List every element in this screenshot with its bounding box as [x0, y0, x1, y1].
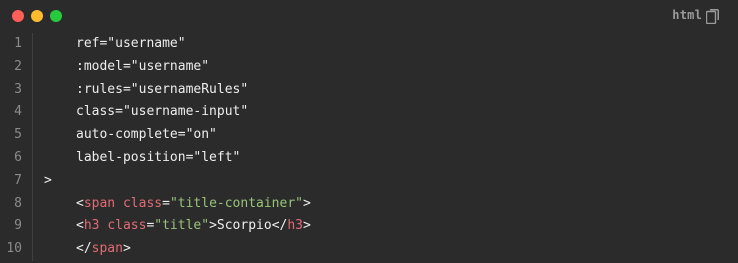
code-line: 5 auto-complete="on" — [0, 124, 738, 147]
line-number: 6 — [14, 149, 22, 165]
code-line-content: :rules="usernameRules" — [76, 79, 248, 102]
code-window: html 1 ref="username" 2 :model="username" 3:… — [0, 0, 738, 263]
code-token-plain: < — [76, 195, 84, 211]
line-number: 4 — [14, 104, 22, 120]
code-block[interactable]: 1 ref="username" 2 :model="username" 3 :rules… — [0, 33, 738, 261]
code-line-content: <h3 class="title">Scorpio</h3> — [76, 215, 311, 238]
code-token-str: "title" — [154, 218, 210, 234]
gutter-divider — [32, 169, 33, 193]
code-line: 4 class="username-input" — [0, 101, 738, 125]
code-token-plain: > — [303, 195, 311, 211]
code-token-tag: class — [107, 218, 147, 234]
line-number: 10 — [6, 241, 22, 257]
code-token-plain: class="username-input" — [76, 104, 249, 120]
line-number: 5 — [14, 127, 22, 143]
code-token-plain: auto-complete="on" — [76, 127, 217, 143]
gutter-divider — [32, 215, 33, 239]
code-line-content: class="username-input" — [76, 101, 248, 124]
code-token-tag: span — [91, 241, 123, 257]
gutter-divider — [32, 33, 33, 56]
code-token-plain: >Scorpio</ — [209, 218, 288, 234]
code-line-content: </span> — [76, 238, 131, 261]
code-token-plain: ref="username" — [76, 36, 186, 51]
maximize-button[interactable] — [50, 10, 62, 22]
code-token-plain: > — [303, 218, 311, 234]
code-token-tag: h3 — [287, 218, 304, 234]
language-label: html — [672, 8, 702, 22]
gutter-divider — [32, 78, 33, 102]
code-line: 1 ref="username" — [0, 33, 738, 56]
gutter-divider — [32, 192, 33, 216]
code-token-plain: < — [76, 218, 84, 234]
gutter-divider — [32, 101, 33, 125]
minimize-button[interactable] — [31, 10, 43, 22]
code-token-tag: class — [122, 195, 163, 211]
code-token-plain: > — [122, 241, 131, 257]
code-token-plain: = — [162, 195, 170, 211]
code-token-plain: :rules="usernameRules" — [76, 81, 249, 97]
gutter-divider — [32, 124, 33, 147]
copy-icon[interactable] — [705, 8, 720, 25]
code-token-tag: h3 — [83, 218, 100, 234]
code-token-plain: </ — [76, 241, 92, 257]
code-token-str: "title-container" — [169, 195, 303, 211]
code-line: 2 :model="username" — [0, 55, 738, 79]
line-number: 7 — [14, 172, 22, 188]
line-number: 9 — [14, 218, 22, 234]
title-bar: html — [0, 0, 738, 32]
gutter-divider — [32, 55, 33, 79]
code-token-plain: > — [44, 172, 52, 188]
code-line-content: > — [44, 170, 52, 193]
line-number: 3 — [14, 81, 22, 97]
code-line: 3 :rules="usernameRules" — [0, 78, 738, 102]
line-number: 1 — [14, 36, 22, 51]
code-line: 7 > — [0, 169, 738, 193]
code-line-content: :model="username" — [76, 56, 209, 79]
code-line: 6 label-position="left" — [0, 146, 738, 170]
code-token-plain: :model="username" — [76, 58, 210, 74]
close-button[interactable] — [12, 10, 24, 22]
code-line-content: label-position="left" — [76, 147, 240, 170]
code-line: 10 </span> — [0, 238, 738, 261]
code-token-tag: span — [83, 195, 116, 211]
code-line: 8 <span class="title-container"> — [0, 192, 738, 216]
gutter-divider — [32, 238, 33, 261]
line-number: 8 — [14, 195, 22, 211]
code-line-content: <span class="title-container"> — [76, 193, 311, 216]
gutter-divider — [32, 146, 33, 170]
code-line-content: auto-complete="on" — [76, 124, 217, 147]
code-line-content: ref="username" — [76, 33, 186, 56]
code-line: 9 <h3 class="title">Scorpio</h3> — [0, 215, 738, 239]
line-number: 2 — [14, 58, 22, 74]
code-token-plain: label-position="left" — [76, 149, 241, 165]
